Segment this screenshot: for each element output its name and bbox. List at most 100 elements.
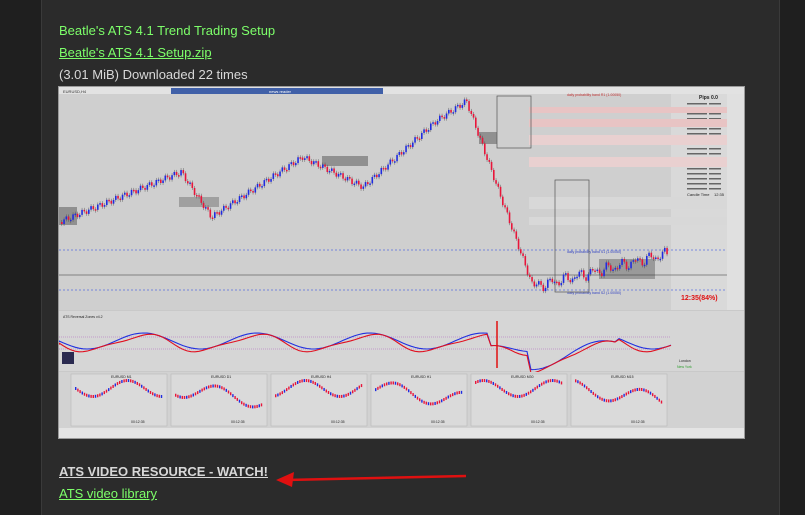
mini-candle	[97, 394, 99, 398]
stat-row-label	[687, 133, 707, 135]
candle-body	[126, 192, 128, 197]
mini-candle	[286, 388, 288, 392]
mini-candle	[488, 379, 490, 383]
candle-body	[594, 270, 596, 273]
mini-candle	[243, 402, 245, 406]
mini-candle	[590, 390, 592, 394]
attachment-link[interactable]: Beatle's ATS 4.1 Setup.zip	[59, 45, 212, 60]
candle-body	[97, 204, 99, 210]
mini-candle	[258, 404, 260, 408]
candle-body	[625, 261, 628, 270]
stat-row-value	[709, 103, 721, 105]
candle-body	[376, 174, 378, 178]
candle-body	[412, 142, 414, 148]
chart-screenshot[interactable]: news reader EURUSD,H4 Pips 0.0 Candle Ti…	[58, 86, 745, 439]
mini-candle	[652, 393, 654, 397]
candle-body	[306, 156, 308, 159]
candle-body	[481, 137, 484, 144]
candle-body	[367, 182, 369, 185]
mini-candle	[360, 384, 363, 388]
candle-body	[643, 264, 646, 267]
mini-candle	[292, 383, 294, 387]
video-library-link[interactable]: ATS video library	[59, 486, 157, 501]
mini-candle	[494, 383, 497, 387]
mini-candle	[347, 392, 349, 396]
mini-candle	[614, 398, 616, 402]
mini-candle	[588, 388, 590, 392]
mini-candle	[536, 385, 538, 389]
stat-row-value	[709, 168, 721, 170]
candle-body	[522, 253, 524, 257]
candle-body	[477, 127, 479, 136]
candle-body	[259, 183, 261, 187]
mini-candle	[143, 386, 145, 390]
mini-candle	[305, 379, 308, 383]
mini-candle	[345, 393, 347, 397]
mini-candle	[460, 390, 463, 394]
candle-body	[92, 206, 95, 210]
candle-body	[610, 265, 612, 271]
mini-candle	[288, 386, 290, 390]
candle-body	[79, 214, 81, 218]
candle-body	[427, 130, 430, 132]
stat-row-value	[709, 173, 721, 175]
candle-body	[666, 247, 668, 255]
candle-body	[236, 202, 239, 204]
mini-candle	[532, 388, 534, 392]
mini-candle	[210, 384, 212, 388]
candle-body	[115, 195, 117, 200]
mini-candle	[343, 394, 345, 398]
mini-candle	[108, 388, 110, 392]
mini-chart-time: 00:12:35	[531, 420, 545, 424]
candle-body	[142, 185, 144, 188]
candle-body	[587, 274, 590, 281]
candle-body	[83, 209, 86, 212]
candle-body	[313, 161, 315, 165]
mini-candle	[547, 379, 549, 383]
candle-body	[99, 203, 101, 205]
mini-candle	[508, 392, 510, 396]
stat-row-value	[709, 153, 721, 155]
video-resource-link[interactable]: ATS VIDEO RESOURCE - WATCH!	[59, 464, 268, 479]
candle-body	[664, 247, 666, 252]
mini-candle	[75, 387, 77, 390]
mini-candle	[175, 393, 177, 397]
mini-candle	[312, 380, 314, 384]
mini-candle	[125, 379, 127, 383]
mini-candle	[394, 381, 397, 385]
mini-candle	[434, 401, 436, 405]
candle-body	[634, 260, 637, 262]
candle-body	[562, 274, 565, 283]
stat-row-label	[687, 178, 707, 180]
mini-chart-label: EURUSD H1	[411, 375, 431, 379]
mini-candle	[247, 404, 249, 408]
candle-body	[61, 222, 63, 225]
mini-candle	[594, 393, 597, 397]
mini-candle	[90, 394, 92, 398]
chart-symbol: EURUSD,H4	[63, 89, 87, 94]
mini-candle	[199, 389, 201, 393]
candle-body	[346, 177, 349, 181]
candle-body	[657, 257, 659, 260]
candle-body	[517, 238, 520, 250]
mini-candle	[458, 391, 460, 395]
candle-body	[355, 180, 358, 184]
candle-body	[220, 210, 223, 215]
indicator-title: ATS Reversal Zones v4.2	[63, 315, 103, 319]
candle-body	[439, 115, 441, 121]
candle-body	[299, 157, 302, 159]
candle-body	[385, 167, 387, 170]
mini-candle	[427, 402, 430, 406]
mini-candle	[599, 396, 601, 400]
mini-candle	[514, 394, 516, 398]
candle-body	[178, 175, 180, 177]
mini-candle	[283, 389, 286, 393]
candle-body	[277, 174, 279, 177]
candle-body	[335, 172, 338, 177]
mini-candle	[623, 393, 625, 397]
clock-readout: 12:35(84%)	[681, 295, 718, 302]
candle-body	[603, 269, 605, 277]
mini-candle	[79, 390, 81, 394]
candle-body	[578, 271, 581, 277]
candle-body	[171, 175, 173, 180]
